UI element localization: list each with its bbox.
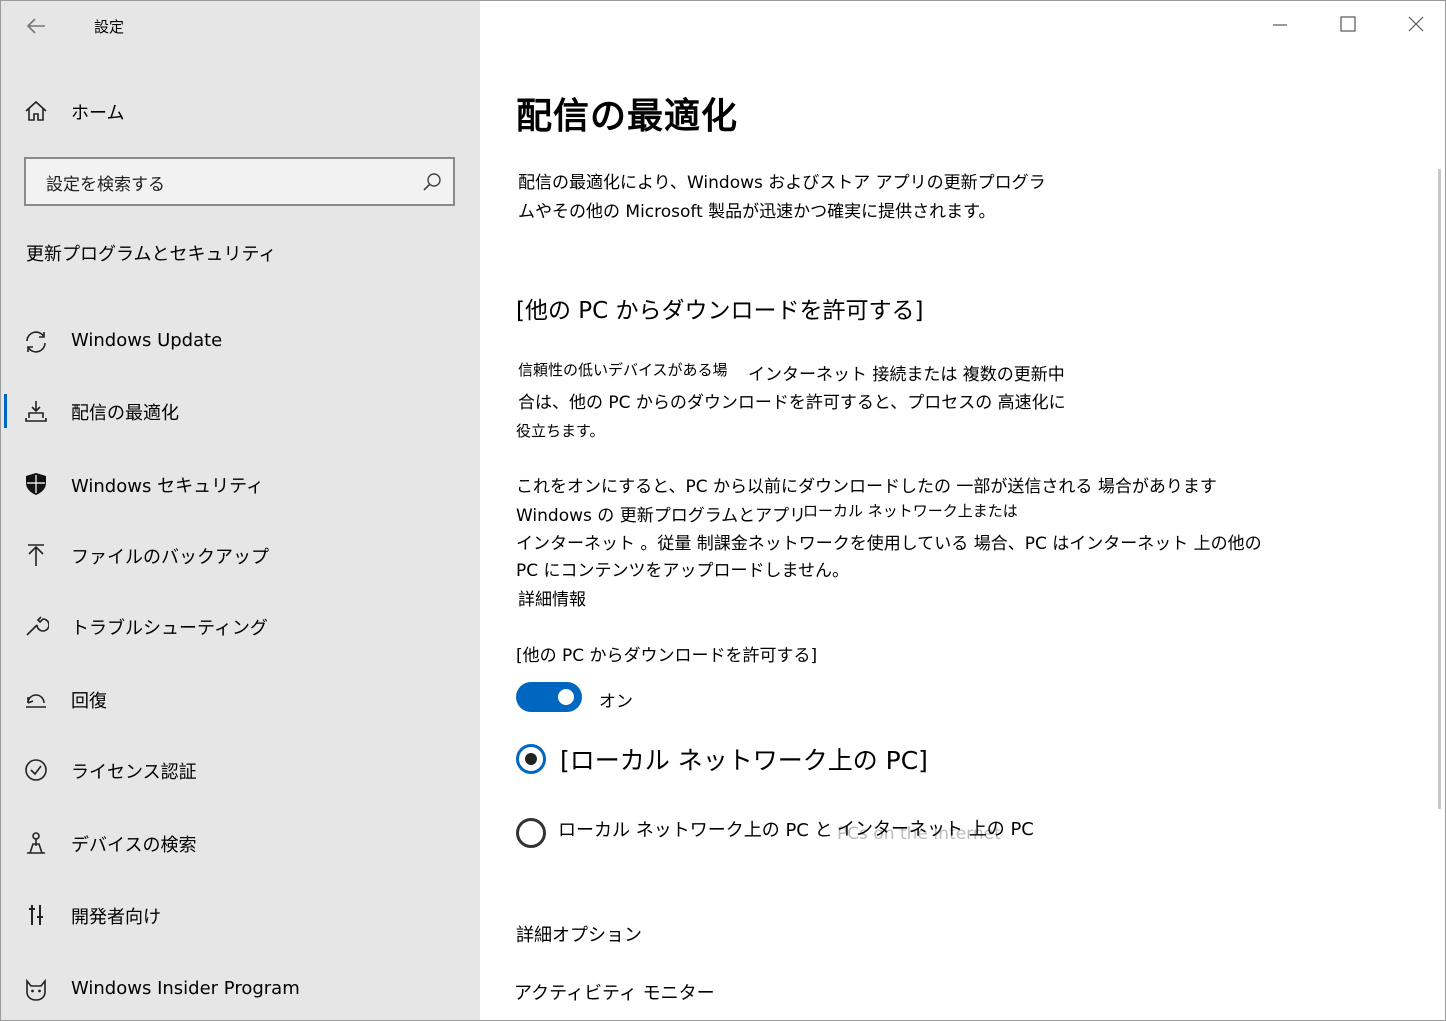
description-line: ムやその他の Microsoft 製品が迅速かつ確実に提供されます。 [518,202,996,222]
recovery-icon [26,694,46,708]
sidebar-item-label: デバイスの検索 [71,835,197,856]
section-header: 更新プログラムとセキュリティ [26,244,277,265]
description-line: 配信の最適化により、Windows およびストア アプリの更新プログラ [518,173,1046,193]
nav-home-label: ホーム [71,103,125,124]
activity-monitor-link[interactable]: アクティビティ モニター [514,979,715,1005]
radio-local-and-internet[interactable] [516,818,546,848]
sidebar-item-activation[interactable]: ライセンス認証 [1,745,480,795]
sidebar-item-label: トラブルシューティング [71,618,268,639]
toggle-state-label: オン [599,692,633,712]
sidebar-item-label: ライセンス認証 [71,762,197,783]
insider-cat-icon [26,978,46,1001]
para2-text: PC にコンテンツをアップロードしません。 [516,561,850,581]
close-button[interactable] [1401,9,1431,39]
settings-window: 設定 ホーム 設定を検索する 更新プログラムとセキュリティ Windows Up… [0,0,1446,1021]
radio-local-network-label[interactable]: [ローカル ネットワーク上の PC] [560,741,928,777]
allow-download-toggle[interactable] [516,682,582,712]
shield-icon [26,473,46,495]
radio-local-and-internet-label[interactable]: ローカル ネットワーク上の PC と [558,816,833,842]
sidebar-item-delivery-optimization[interactable]: 配信の最適化 [1,386,480,436]
back-button[interactable] [21,11,51,41]
scrollbar[interactable] [1438,169,1441,809]
radio-dot [525,753,537,765]
sidebar-item-find-device[interactable]: デバイスの検索 [1,818,480,868]
para1-text: 信頼性の低いデバイスがある場 [518,361,728,379]
back-arrow-icon [26,18,45,34]
para1-text: 合は、他の PC からのダウンロードを許可すると、プロセスの 高速化に [518,393,1066,413]
window-controls [1235,1,1445,49]
close-icon [1408,16,1424,32]
sync-icon [26,331,46,353]
backup-arrow-icon [28,544,44,566]
more-info-link[interactable]: 詳細情報 [518,585,586,610]
sidebar-item-developers[interactable]: 開発者向け [1,890,480,940]
sidebar-item-recovery[interactable]: 回復 [1,674,480,724]
search-icon[interactable] [421,171,443,193]
para1-text: 役立ちます。 [516,422,605,440]
section-heading: [他の PC からダウンロードを許可する] [516,298,924,324]
sidebar-item-label: Windows Insider Program [71,978,300,999]
check-circle-icon [25,759,47,781]
maximize-icon [1340,16,1356,32]
developer-icon [29,905,43,925]
radio-local-network[interactable] [516,744,546,774]
page-description: 配信の最適化により、Windows およびストア アプリの更新プログラ ムやその… [518,169,1078,227]
home-icon [25,100,47,121]
maximize-button[interactable] [1333,9,1363,39]
search-input[interactable]: 設定を検索する [46,170,165,195]
wrench-icon [26,616,49,636]
delivery-icon [25,401,47,422]
minimize-icon [1273,24,1287,26]
sidebar-item-windows-security[interactable]: Windows セキュリティ [1,459,480,509]
sidebar-item-label: ファイルのバックアップ [71,547,269,568]
advanced-options-link[interactable]: 詳細オプション [516,921,642,947]
sidebar-item-insider[interactable]: Windows Insider Program [1,965,480,1015]
sidebar-item-label: 配信の最適化 [71,403,179,424]
minimize-button[interactable] [1265,9,1295,39]
sidebar-item-label: Windows Update [71,330,223,351]
sidebar-item-label: Windows セキュリティ [71,476,264,497]
para2-text: インターネット 。従量 制課金ネットワークを使用している 場合、PC はインター… [516,534,1262,554]
para2-text: これをオンにすると、PC から以前にダウンロードしたの 一部が送信される 場合が… [516,477,1217,497]
sidebar: 設定 ホーム 設定を検索する 更新プログラムとセキュリティ Windows Up… [1,1,480,1020]
sidebar-item-troubleshoot[interactable]: トラブルシューティング [1,601,480,651]
find-device-icon [27,832,45,854]
radio-local-and-internet-label-2[interactable]: インターネット 上の PC [837,815,1034,841]
para2-text: ローカル ネットワーク上または [803,502,1018,520]
toggle-knob [558,689,574,705]
page-title: 配信の最適化 [516,96,739,137]
sidebar-item-windows-update[interactable]: Windows Update [1,317,480,367]
para2-text: Windows の 更新プログラムとアプリ [516,506,807,526]
sidebar-item-label: 回復 [71,691,107,712]
sidebar-item-file-backup[interactable]: ファイルのバックアップ [1,530,480,580]
main-content: 配信の最適化 配信の最適化により、Windows およびストア アプリの更新プロ… [480,1,1445,1020]
app-title: 設定 [94,18,125,36]
nav-home[interactable]: ホーム [1,89,480,133]
sidebar-item-label: 開発者向け [71,907,161,928]
para1-text: インターネット 接続または 複数の更新中 [748,365,1065,385]
selected-indicator [4,394,7,428]
search-box[interactable]: 設定を検索する [24,157,455,206]
toggle-label: [他の PC からダウンロードを許可する] [516,646,818,666]
